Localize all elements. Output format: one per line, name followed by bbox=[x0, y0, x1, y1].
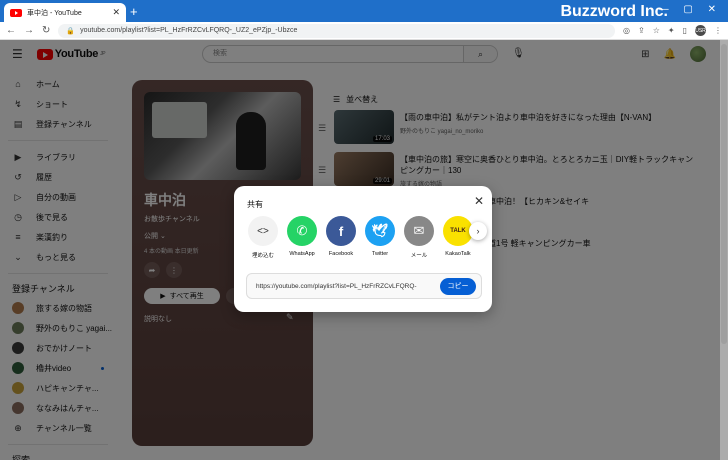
profile-avatar[interactable]: USR bbox=[695, 25, 706, 36]
url-text: youtube.com/playlist?list=PL_HzFrRZCvLFQ… bbox=[80, 27, 298, 34]
youtube-favicon-icon bbox=[10, 8, 22, 17]
share-dialog: 共有 ✕ <> 埋め込む ✆ WhatsApp f Facebook 🕊 Twitter ✉ メー… bbox=[234, 186, 492, 312]
share-option-label: メール bbox=[410, 253, 428, 259]
title-bar: 車中泊 - YouTube ✕ + Buzzword Inc. — ▢ ✕ bbox=[0, 0, 728, 22]
tab-title: 車中泊 - YouTube bbox=[27, 9, 82, 17]
scrollbar-thumb[interactable] bbox=[721, 44, 727, 344]
window-controls[interactable]: — ▢ ✕ bbox=[659, 4, 722, 15]
share-option-twitter[interactable]: 🕊 Twitter bbox=[365, 216, 395, 259]
share-option-facebook[interactable]: f Facebook bbox=[326, 216, 356, 259]
browser-toolbar: ← → ↻ 🔒 youtube.com/playlist?list=PL_HzF… bbox=[0, 22, 728, 40]
share-option-whatsapp[interactable]: ✆ WhatsApp bbox=[287, 216, 317, 259]
share-option-email[interactable]: ✉ メール bbox=[404, 216, 434, 259]
facebook-icon[interactable]: f bbox=[326, 216, 356, 246]
share-option-label: 埋め込む bbox=[251, 253, 274, 259]
email-icon[interactable]: ✉ bbox=[404, 216, 434, 246]
share-option-label: KakaoTalk bbox=[445, 251, 471, 257]
share-option-kakaotalk[interactable]: TALK KakaoTalk bbox=[443, 216, 473, 259]
bookmark-star-icon[interactable]: ☆ bbox=[653, 26, 660, 35]
share-dialog-title: 共有 bbox=[247, 200, 263, 209]
whatsapp-icon[interactable]: ✆ bbox=[287, 216, 317, 246]
close-icon[interactable]: ✕ bbox=[474, 194, 484, 208]
chevron-right-icon[interactable]: › bbox=[469, 222, 487, 240]
browser-tab[interactable]: 車中泊 - YouTube ✕ bbox=[4, 3, 126, 22]
back-icon[interactable]: ← bbox=[6, 25, 16, 36]
address-bar[interactable]: 🔒 youtube.com/playlist?list=PL_HzFrRZCvL… bbox=[58, 23, 616, 38]
reload-icon[interactable]: ↻ bbox=[42, 25, 50, 36]
extensions-icon[interactable]: ✦ bbox=[668, 26, 675, 35]
new-tab-button[interactable]: + bbox=[130, 4, 138, 19]
lock-icon: 🔒 bbox=[66, 27, 76, 35]
twitter-icon[interactable]: 🕊 bbox=[365, 216, 395, 246]
share-link-field[interactable]: https://youtube.com/playlist?list=PL_HzF… bbox=[246, 273, 482, 299]
browser-window: 車中泊 - YouTube ✕ + Buzzword Inc. — ▢ ✕ ← … bbox=[0, 0, 728, 460]
share-option-label: Twitter bbox=[371, 251, 389, 257]
copy-button[interactable]: コピー bbox=[440, 277, 476, 295]
forward-icon[interactable]: → bbox=[24, 25, 34, 36]
share-option-label: WhatsApp bbox=[289, 251, 315, 257]
share-option-label: Facebook bbox=[328, 251, 354, 257]
menu-kebab-icon[interactable]: ⋮ bbox=[714, 26, 722, 35]
google-lens-icon[interactable]: ◎ bbox=[623, 26, 630, 35]
brand-watermark: Buzzword Inc. bbox=[560, 3, 668, 20]
share-page-icon[interactable]: ⇪ bbox=[638, 26, 645, 35]
sidepanel-icon[interactable]: ▯ bbox=[683, 26, 687, 35]
share-options: <> 埋め込む ✆ WhatsApp f Facebook 🕊 Twitter ✉ メール TALK… bbox=[248, 216, 473, 259]
page-scrollbar[interactable] bbox=[720, 40, 728, 460]
tab-close-icon[interactable]: ✕ bbox=[112, 7, 120, 18]
embed-icon[interactable]: <> bbox=[248, 216, 278, 246]
share-link-text[interactable]: https://youtube.com/playlist?list=PL_HzF… bbox=[256, 283, 440, 290]
share-option-embed[interactable]: <> 埋め込む bbox=[248, 216, 278, 259]
toolbar-icons: ◎ ⇪ ☆ ✦ ▯ USR ⋮ bbox=[623, 25, 722, 36]
